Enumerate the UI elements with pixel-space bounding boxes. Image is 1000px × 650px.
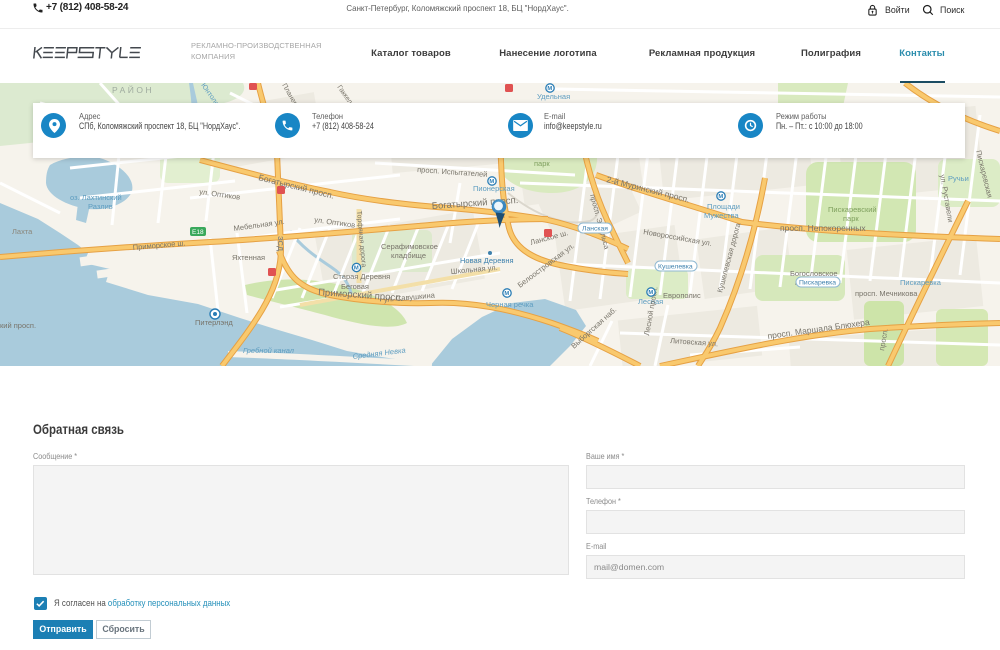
svg-text:Ланская: Ланская <box>582 226 608 233</box>
svg-text:Разлив: Разлив <box>88 202 113 211</box>
svg-text:Старая Деревня: Старая Деревня <box>333 272 390 281</box>
svg-text:Европолис: Европолис <box>663 291 701 300</box>
svg-text:Удельная: Удельная <box>537 92 570 101</box>
svg-text:М: М <box>504 291 509 297</box>
svg-text:Серафимовское: Серафимовское <box>381 242 438 251</box>
svg-text:М: М <box>547 86 552 92</box>
svg-text:М: М <box>354 266 359 272</box>
svg-text:Гребной канал: Гребной канал <box>243 346 295 355</box>
svg-text:Мужества: Мужества <box>704 211 739 220</box>
svg-text:ЗСД: ЗСД <box>276 236 285 252</box>
svg-text:просп. Непокоренных: просп. Непокоренных <box>780 223 866 233</box>
svg-text:Ручьи: Ручьи <box>948 174 969 183</box>
svg-text:оз. Лахтинский: оз. Лахтинский <box>70 193 122 202</box>
svg-text:просп. Мечникова: просп. Мечникова <box>855 289 918 298</box>
svg-text:Пискаревка: Пискаревка <box>799 280 836 287</box>
svg-text:Кушелевка: Кушелевка <box>658 264 693 271</box>
svg-text:кладбище: кладбище <box>391 251 426 260</box>
svg-text:кий просп.: кий просп. <box>0 321 36 330</box>
svg-text:Пискаревский: Пискаревский <box>828 205 877 214</box>
svg-text:М: М <box>489 179 494 185</box>
svg-text:E18: E18 <box>192 229 204 236</box>
svg-text:РАЙОН: РАЙОН <box>112 84 154 95</box>
svg-text:парк: парк <box>843 214 859 223</box>
svg-text:парк: парк <box>534 159 550 168</box>
svg-text:М: М <box>718 194 723 200</box>
svg-text:Пискаревка: Пискаревка <box>900 278 942 287</box>
svg-text:М: М <box>648 290 653 296</box>
svg-text:Лахта: Лахта <box>12 227 33 236</box>
svg-text:Черная речка: Черная речка <box>486 300 534 309</box>
svg-text:Площади: Площади <box>707 202 740 211</box>
svg-text:Новая Деревня: Новая Деревня <box>460 256 514 265</box>
svg-text:Яхтенная: Яхтенная <box>232 253 265 262</box>
